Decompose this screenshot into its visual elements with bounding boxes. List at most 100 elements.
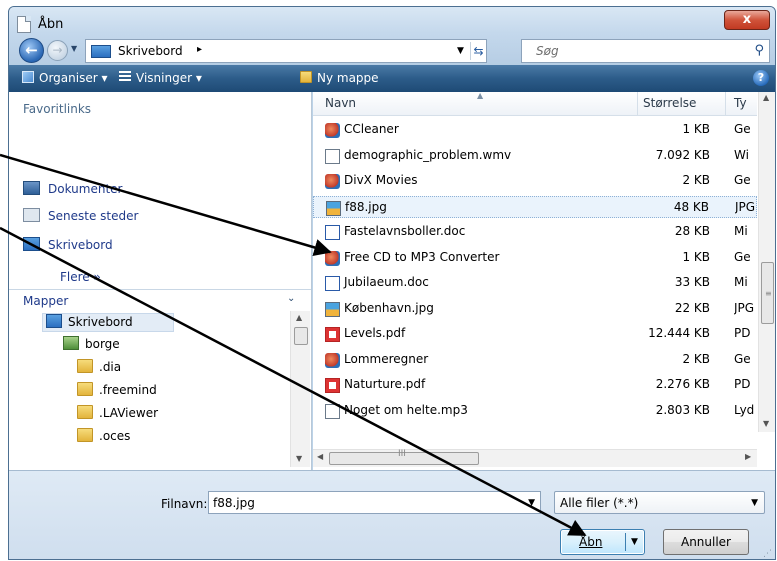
file-row[interactable]: DivX Movies 2 KB Ge bbox=[313, 170, 757, 192]
breadcrumb-arrow-icon[interactable]: ▸ bbox=[197, 44, 202, 55]
scroll-down-icon[interactable]: ▼ bbox=[296, 454, 302, 463]
file-row[interactable]: Jubilaeum.doc 33 KB Mi bbox=[313, 272, 757, 294]
open-button[interactable]: Åbn ▼ bbox=[560, 529, 645, 555]
back-arrow-icon[interactable]: ← bbox=[19, 38, 44, 63]
file-row[interactable]: Lommeregner 2 KB Ge bbox=[313, 349, 757, 371]
file-size: 7.092 KB bbox=[655, 147, 710, 162]
file-row[interactable]: Naturture.pdf 2.276 KB PD bbox=[313, 374, 757, 396]
file-size: 1 KB bbox=[682, 122, 710, 136]
resize-grip-icon[interactable]: ⋰ bbox=[763, 549, 772, 559]
cancel-button-label: Annuller bbox=[680, 535, 731, 549]
file-row[interactable]: Fastelavnsboller.doc 28 KB Mi bbox=[313, 221, 757, 243]
chevron-down-icon[interactable]: ⌄ bbox=[287, 293, 295, 304]
views-menu[interactable]: Visninger ▾ bbox=[119, 71, 202, 85]
organize-menu[interactable]: Organiser ▾ bbox=[22, 71, 107, 85]
chevron-down-icon[interactable]: ▼ bbox=[528, 498, 535, 508]
file-list-scrollbar[interactable]: ▲ ≡ ▼ bbox=[758, 92, 775, 432]
column-name[interactable]: Navn bbox=[325, 96, 356, 110]
search-placeholder: Søg bbox=[536, 44, 559, 58]
open-file-dialog: Åbn x ← → ▼ Skrivebord ▸ ▼ ⇆ Søg ⚲ Organ… bbox=[8, 6, 776, 560]
search-input[interactable]: Søg ⚲ bbox=[521, 39, 770, 63]
scroll-right-icon[interactable]: ▶ bbox=[745, 452, 751, 461]
desktop-icon bbox=[91, 45, 111, 58]
tree-item-label: .LAViewer bbox=[99, 406, 159, 420]
tree-item-folder[interactable]: .freemind bbox=[77, 382, 157, 401]
column-divider[interactable] bbox=[637, 92, 638, 116]
file-row[interactable]: f88.jpg 48 KB JPG bbox=[313, 195, 757, 218]
file-name: Levels.pdf bbox=[344, 326, 406, 340]
scroll-down-icon[interactable]: ▼ bbox=[763, 419, 769, 428]
refresh-icon[interactable]: ⇆ bbox=[470, 42, 486, 60]
recent-pages-dropdown[interactable]: ▼ bbox=[71, 44, 77, 53]
grip-icon: ≡ bbox=[765, 289, 772, 298]
file-size: 22 KB bbox=[674, 300, 710, 315]
file-type: Mi bbox=[734, 224, 748, 238]
tree-item-folder[interactable]: .dia bbox=[77, 359, 121, 378]
desktop-icon bbox=[46, 314, 62, 328]
file-type: Ge bbox=[734, 249, 751, 264]
breadcrumb[interactable]: Skrivebord bbox=[118, 44, 183, 58]
favorite-recent-places[interactable]: Seneste steder bbox=[23, 208, 138, 226]
tree-item-label: .freemind bbox=[99, 383, 157, 397]
column-size[interactable]: Størrelse bbox=[643, 96, 696, 110]
close-button[interactable]: x bbox=[724, 10, 770, 30]
new-folder-button[interactable]: Ny mappe bbox=[300, 71, 379, 85]
views-icon bbox=[119, 71, 131, 83]
user-folder-icon bbox=[63, 336, 79, 350]
recent-places-icon bbox=[23, 208, 40, 222]
open-options-dropdown-icon[interactable]: ▼ bbox=[631, 537, 638, 547]
documents-icon bbox=[23, 181, 40, 195]
tree-item-label: Skrivebord bbox=[68, 315, 133, 329]
tree-item-desktop[interactable]: Skrivebord bbox=[42, 313, 174, 332]
forward-arrow-icon[interactable]: → bbox=[47, 40, 68, 61]
scroll-left-icon[interactable]: ◀ bbox=[317, 452, 323, 461]
scroll-up-icon[interactable]: ▲ bbox=[296, 313, 302, 322]
folders-header[interactable]: Mapper ⌄ bbox=[9, 289, 311, 311]
file-size: 2.276 KB bbox=[655, 377, 710, 391]
tree-item-folder[interactable]: .oces bbox=[77, 428, 130, 447]
favorite-documents[interactable]: Dokumenter bbox=[23, 181, 122, 199]
column-divider[interactable] bbox=[725, 92, 726, 116]
file-row[interactable]: CCleaner 1 KB Ge bbox=[313, 119, 757, 141]
help-icon[interactable]: ? bbox=[753, 70, 769, 86]
file-row[interactable]: demographic_problem.wmv 7.092 KB Wi bbox=[313, 145, 757, 167]
scrollbar-thumb[interactable] bbox=[294, 327, 308, 345]
chevron-down-icon[interactable]: ▼ bbox=[751, 498, 758, 508]
scrollbar-thumb[interactable]: III bbox=[329, 449, 479, 465]
organize-icon bbox=[22, 71, 34, 83]
folder-icon bbox=[77, 428, 93, 442]
column-type[interactable]: Ty bbox=[734, 96, 747, 110]
folders-heading: Mapper bbox=[23, 294, 69, 308]
search-icon[interactable]: ⚲ bbox=[754, 43, 764, 58]
file-size: 28 KB bbox=[674, 224, 710, 238]
scroll-up-icon[interactable]: ▲ bbox=[763, 93, 769, 102]
file-row[interactable]: København.jpg 22 KB JPG bbox=[313, 298, 757, 320]
favorite-desktop[interactable]: Skrivebord bbox=[23, 237, 113, 255]
more-links[interactable]: Flere » bbox=[60, 270, 101, 284]
file-size: 1 KB bbox=[682, 249, 710, 264]
horizontal-scrollbar[interactable]: ◀ III ▶ bbox=[313, 449, 757, 467]
file-row[interactable]: Levels.pdf 12.444 KB PD bbox=[313, 323, 757, 345]
scrollbar-thumb[interactable]: ≡ bbox=[761, 262, 774, 324]
file-type: JPG bbox=[735, 199, 756, 214]
address-bar[interactable]: Skrivebord ▸ ▼ ⇆ bbox=[85, 39, 487, 63]
video-file-icon bbox=[325, 148, 340, 164]
file-type: Mi bbox=[734, 275, 748, 289]
file-type: Ge bbox=[734, 351, 751, 366]
split-divider bbox=[625, 533, 626, 551]
filename-input[interactable]: f88.jpg ▼ bbox=[208, 491, 541, 514]
folder-tree-scrollbar[interactable]: ▲ ▼ bbox=[290, 311, 310, 467]
file-type: JPG bbox=[734, 300, 755, 315]
address-dropdown-icon[interactable]: ▼ bbox=[457, 46, 464, 56]
file-type-select[interactable]: Alle filer (*.*) ▼ bbox=[554, 491, 765, 514]
title-bar: Åbn x ← → ▼ Skrivebord ▸ ▼ ⇆ Søg ⚲ bbox=[9, 7, 775, 65]
filename-value[interactable]: f88.jpg bbox=[213, 496, 255, 510]
audio-file-icon bbox=[325, 403, 340, 419]
favorite-label: Dokumenter bbox=[48, 182, 123, 196]
cancel-button[interactable]: Annuller bbox=[663, 529, 749, 555]
file-name: DivX Movies bbox=[344, 173, 418, 187]
file-row[interactable]: Noget om helte.mp3 2.803 KB Lyd bbox=[313, 400, 757, 422]
tree-item-folder[interactable]: .LAViewer bbox=[77, 405, 158, 424]
tree-item-user[interactable]: borge bbox=[63, 336, 120, 355]
file-row[interactable]: Free CD to MP3 Converter 1 KB Ge bbox=[313, 247, 757, 269]
